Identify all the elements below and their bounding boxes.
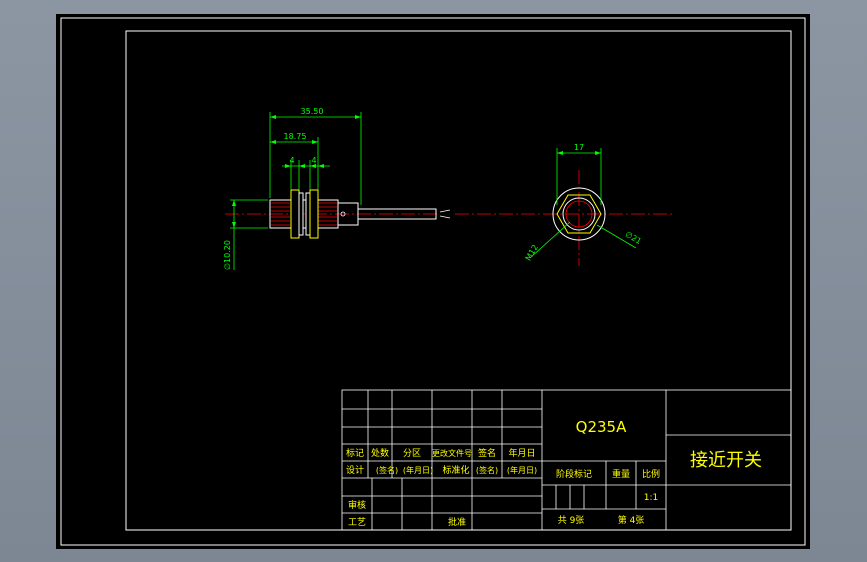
- dim-overall-length: 35.50: [301, 107, 324, 116]
- header-change-doc: 更改文件号: [432, 448, 472, 458]
- header-date: 年月日: [508, 447, 535, 459]
- sheet-number: 第 4张: [618, 514, 645, 526]
- nut-right: [309, 189, 319, 239]
- standardization-label: 标准化: [442, 464, 469, 476]
- part-name: 接近开关: [690, 450, 762, 471]
- header-mark: 标记: [346, 447, 364, 459]
- review-label: 审核: [348, 499, 366, 511]
- washer-right: [305, 192, 311, 236]
- approve-label: 批准: [448, 516, 466, 528]
- dim-body-diameter: ∅10.20: [223, 240, 232, 270]
- dim-nut-b: 4: [311, 156, 316, 165]
- dim-across-flats: 17: [574, 143, 584, 152]
- front-dimensions: [529, 148, 637, 259]
- header-zone: 分区: [403, 448, 421, 459]
- design-signature: (签名): [376, 465, 398, 475]
- header-signature: 签名: [478, 447, 496, 459]
- drawing-sheet: 35.50 18.75 4 4 ∅10.20 17 M12 ∅21 Q235A …: [56, 14, 810, 549]
- header-count: 处数: [371, 447, 389, 459]
- title-header-row-1: 标记 处数 分区 更改文件号 签名 年月日: [346, 447, 536, 459]
- design-label: 设计: [346, 464, 364, 476]
- dim-outer-diameter: ∅21: [624, 230, 643, 246]
- weight-label: 重量: [612, 468, 630, 480]
- std-signature: (签名): [476, 465, 498, 475]
- washer-left: [298, 192, 304, 236]
- front-view: [455, 170, 675, 266]
- total-sheets: 共 9张: [558, 515, 585, 526]
- dim-nut-a: 4: [289, 156, 294, 165]
- stage-mark-label: 阶段标记: [556, 468, 592, 480]
- design-date: (年月日): [403, 465, 433, 475]
- cable-break: [439, 209, 451, 219]
- side-view: [225, 189, 451, 239]
- nut-left: [290, 189, 300, 239]
- scale-value: 1:1: [644, 493, 658, 503]
- cad-drawing: 35.50 18.75 4 4 ∅10.20 17 M12 ∅21 Q235A …: [60, 17, 806, 546]
- material-label: Q235A: [576, 418, 627, 436]
- process-label: 工艺: [348, 517, 366, 528]
- dim-thread-length: 18.75: [284, 132, 307, 141]
- std-date: (年月日): [507, 465, 537, 475]
- title-header-row-2: 设计 (签名) (年月日) 标准化 (签名) (年月日): [346, 464, 537, 476]
- dim-thread-size: M12: [524, 243, 540, 262]
- scale-label: 比例: [642, 468, 660, 480]
